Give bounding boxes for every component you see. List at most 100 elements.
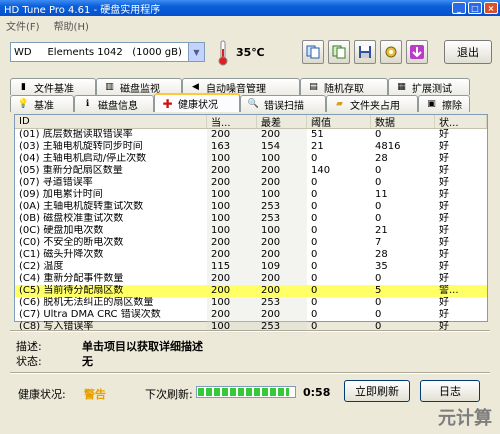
column-header-data[interactable]: 数据 — [371, 115, 435, 129]
menu-help[interactable]: 帮助(H) — [54, 18, 89, 33]
table-cell: 100 — [207, 153, 257, 165]
table-cell: 200 — [207, 273, 257, 285]
folder-icon: ▰ — [336, 99, 343, 109]
divider — [10, 372, 490, 374]
table-cell: (C5) 当前待分配扇区数 — [19, 285, 124, 296]
tabs-bottom-row: 💡 基准 ℹ 磁盘信息 ✚ 健康状况 🔍 错误扫描 ▰ 文件夹占用 ▣ 擦除 — [10, 93, 470, 112]
table-cell: 200 — [257, 273, 307, 285]
smart-table[interactable]: ID 当... 最差 阈值 数据 状... (01) 底层数据读取错误率 200 2… — [14, 114, 488, 333]
tab-benchmark[interactable]: 💡 基准 — [10, 95, 74, 112]
table-row[interactable]: (09) 加电累计时间 100 100 0 11 好 — [15, 189, 487, 201]
maximize-button[interactable]: □ — [468, 2, 482, 14]
table-cell: 0 — [375, 165, 382, 176]
table-cell: 0 — [375, 201, 382, 212]
table-cell: 200 — [211, 285, 231, 296]
table-row[interactable]: (C6) 脱机无法纠正的扇区数量 100 253 0 0 好 — [15, 297, 487, 309]
table-cell: 0 — [311, 189, 318, 200]
table-cell: 200 — [257, 309, 307, 321]
save-button[interactable] — [354, 40, 376, 64]
table-cell: (07) 寻道错误率 — [19, 177, 93, 188]
drive-select[interactable]: WD Elements 1042 (1000 gB) ▼ — [10, 42, 205, 62]
table-cell: 5 — [375, 285, 382, 296]
refresh-now-button[interactable]: 立即刷新 — [344, 380, 410, 402]
tab-folder-usage[interactable]: ▰ 文件夹占用 — [326, 95, 418, 112]
table-cell: 163 — [207, 141, 257, 153]
table-row[interactable]: (C1) 磁头升降次数 200 200 0 28 好 — [15, 249, 487, 261]
chevron-down-icon[interactable]: ▼ — [188, 43, 204, 61]
table-row[interactable]: (C5) 当前待分配扇区数 200 200 0 5 警... — [15, 285, 487, 297]
table-cell: 109 — [257, 261, 307, 273]
table-header: ID 当... 最差 阈值 数据 状... — [15, 115, 487, 129]
table-cell: 100 — [257, 153, 307, 165]
column-header-current[interactable]: 当... — [207, 115, 257, 129]
tab-health[interactable]: ✚ 健康状况 — [154, 93, 240, 112]
table-cell: 51 — [311, 129, 324, 140]
column-header-threshold[interactable]: 阈值 — [307, 115, 371, 129]
table-cell: 140 — [311, 165, 331, 176]
table-row[interactable]: (05) 重新分配扇区数量 200 200 140 0 好 — [15, 165, 487, 177]
table-row[interactable]: (04) 主轴电机启动/停止次数 100 100 0 28 好 — [15, 153, 487, 165]
table-cell: 28 — [375, 153, 388, 164]
table-cell: 200 — [257, 165, 307, 177]
tab-error-scan[interactable]: 🔍 错误扫描 — [240, 95, 326, 112]
options-button[interactable] — [380, 40, 402, 64]
table-cell: 好 — [439, 141, 449, 152]
progress-fill — [198, 388, 290, 396]
minimize-button[interactable]: _ — [452, 2, 466, 14]
table-cell: 0 — [311, 177, 318, 188]
close-button[interactable]: × — [484, 2, 498, 14]
table-cell: 好 — [439, 189, 449, 200]
table-row[interactable]: (C7) Ultra DMA CRC 错误次数 200 200 0 0 好 — [15, 309, 487, 321]
table-cell: 好 — [439, 237, 449, 248]
down-arrow-icon — [410, 45, 424, 59]
table-cell: 好 — [439, 129, 449, 140]
table-row[interactable]: (07) 寻道错误率 200 200 0 0 好 — [15, 177, 487, 189]
table-cell: 好 — [439, 225, 449, 236]
table-cell: 0 — [311, 213, 318, 224]
table-row[interactable]: (C0) 不安全的断电次数 200 200 0 7 好 — [15, 237, 487, 249]
download-button[interactable] — [406, 40, 428, 64]
menu-file[interactable]: 文件(F) — [6, 18, 40, 33]
table-row[interactable]: (C4) 重新分配事件数量 200 200 0 0 好 — [15, 273, 487, 285]
column-header-id[interactable]: ID — [15, 115, 207, 128]
temperature-readout: 35℃ — [236, 46, 265, 59]
table-cell: 0 — [311, 225, 318, 236]
table-cell: 好 — [439, 309, 449, 320]
table-row[interactable]: (0B) 磁盘校准重试次数 100 253 0 0 好 — [15, 213, 487, 225]
tab-info[interactable]: ℹ 磁盘信息 — [74, 95, 154, 112]
table-cell: 0 — [311, 261, 318, 272]
table-cell: 100 — [207, 297, 257, 309]
column-header-worst[interactable]: 最差 — [257, 115, 307, 129]
log-button[interactable]: 日志 — [420, 380, 480, 402]
table-row[interactable]: (01) 底层数据读取错误率 200 200 51 0 好 — [15, 129, 487, 141]
tab-extra-tests[interactable]: ▦ 扩展测试 — [388, 78, 470, 95]
table-row[interactable]: (C2) 温度 115 109 0 35 好 — [15, 261, 487, 273]
copy-info-button[interactable] — [302, 40, 324, 64]
window-title: HD Tune Pro 4.61 - 硬盘实用程序 — [4, 4, 161, 16]
tab-random-access[interactable]: ▤ 随机存取 — [300, 78, 388, 95]
table-row[interactable]: (0C) 硬盘加电次数 100 100 0 21 好 — [15, 225, 487, 237]
next-refresh-label: 下次刷新: — [145, 388, 193, 401]
copy-screenshot-button[interactable] — [328, 40, 350, 64]
table-cell: 好 — [439, 273, 449, 284]
table-cell: (C6) 脱机无法纠正的扇区数量 — [19, 297, 154, 308]
table-cell: 好 — [439, 213, 449, 224]
tab-erase[interactable]: ▣ 擦除 — [418, 95, 470, 112]
table-cell: 200 — [257, 177, 307, 189]
table-cell: 100 — [207, 225, 257, 237]
extra-tests-icon: ▦ — [397, 82, 406, 92]
table-cell: 100 — [257, 225, 307, 237]
refresh-countdown: 0:58 — [303, 386, 331, 399]
table-cell: 11 — [375, 189, 388, 200]
table-row[interactable]: (03) 主轴电机旋转同步时间 163 154 21 4816 好 — [15, 141, 487, 153]
table-cell: (04) 主轴电机启动/停止次数 — [19, 153, 147, 164]
toolbar: WD Elements 1042 (1000 gB) ▼ 35℃ 退出 — [0, 34, 500, 74]
drive-select-value: WD Elements 1042 (1000 gB) — [14, 46, 182, 58]
column-header-status[interactable]: 状... — [435, 115, 487, 129]
table-cell: 0 — [311, 237, 318, 248]
table-row[interactable]: (0A) 主轴电机旋转重试次数 100 253 0 0 好 — [15, 201, 487, 213]
table-cell: 115 — [207, 261, 257, 273]
tab-file-benchmark[interactable]: ▮ 文件基准 — [10, 78, 96, 95]
table-cell: 200 — [207, 249, 257, 261]
exit-button[interactable]: 退出 — [444, 40, 492, 64]
